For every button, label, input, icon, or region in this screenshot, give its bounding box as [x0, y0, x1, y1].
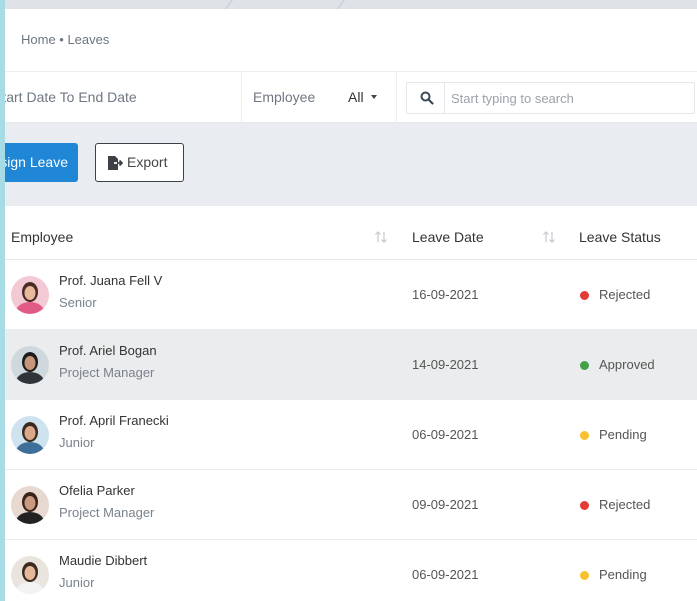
employee-filter-label: Employee — [253, 89, 316, 105]
table-row[interactable]: Ofelia Parker Project Manager 09-09-2021 Re… — [0, 470, 697, 540]
employee-name[interactable]: Ofelia Parker — [59, 483, 135, 498]
status-dot-icon — [580, 501, 589, 510]
column-header-leave-date[interactable]: Leave Date — [412, 214, 484, 260]
avatar-portrait — [11, 416, 49, 454]
assign-leave-label: Assign Leave — [0, 154, 68, 170]
avatar[interactable] — [11, 276, 49, 314]
employee-role: Junior — [59, 575, 95, 590]
column-header-employee[interactable]: Employee — [11, 214, 73, 260]
employee-name[interactable]: Maudie Dibbert — [59, 553, 147, 568]
leave-date: 09-09-2021 — [412, 497, 479, 512]
status-dot-icon — [580, 291, 589, 300]
avatar[interactable] — [11, 416, 49, 454]
date-range-text: Start Date To End Date — [0, 89, 137, 105]
search-input[interactable] — [451, 83, 691, 113]
table-row[interactable]: Prof. Juana Fell V Senior 16-09-2021 Reject… — [0, 260, 697, 330]
assign-leave-button[interactable]: Assign Leave — [0, 143, 78, 182]
leave-status: Pending — [599, 427, 647, 442]
employee-filter[interactable]: Employee All — [242, 72, 397, 123]
tab-divider — [224, 0, 234, 9]
leave-date: 16-09-2021 — [412, 287, 479, 302]
sort-icon[interactable] — [374, 230, 388, 244]
export-icon — [108, 156, 123, 170]
caret-down-icon[interactable] — [371, 95, 377, 99]
avatar-portrait — [11, 276, 49, 314]
table-row[interactable]: Prof. April Franecki Junior 06-09-2021 Pend… — [0, 400, 697, 470]
avatar[interactable] — [11, 486, 49, 524]
search-box — [406, 82, 695, 114]
employee-role: Project Manager — [59, 505, 155, 520]
table-header: Employee Leave Date Leave Status — [0, 214, 697, 260]
employee-name[interactable]: Prof. April Franecki — [59, 413, 169, 428]
tab-divider — [336, 0, 346, 9]
avatar[interactable] — [11, 346, 49, 384]
leave-status: Pending — [599, 567, 647, 582]
leave-date: 06-09-2021 — [412, 567, 479, 582]
filter-bar: Start Date To End Date Employee All — [0, 71, 697, 123]
export-button[interactable]: Export — [95, 143, 184, 182]
avatar-portrait — [11, 486, 49, 524]
employee-name[interactable]: Prof. Juana Fell V — [59, 273, 162, 288]
status-dot-icon — [580, 571, 589, 580]
employee-role: Senior — [59, 295, 97, 310]
sort-icon[interactable] — [542, 230, 556, 244]
employee-filter-value[interactable]: All — [348, 72, 364, 123]
column-header-leave-status[interactable]: Leave Status — [579, 214, 661, 260]
leave-date: 06-09-2021 — [412, 427, 479, 442]
search-icon — [420, 91, 434, 105]
status-dot-icon — [580, 361, 589, 370]
status-dot-icon — [580, 431, 589, 440]
search-icon-wrapper[interactable] — [407, 83, 445, 113]
export-label: Export — [127, 154, 168, 170]
avatar-portrait — [11, 346, 49, 384]
leave-status: Approved — [599, 357, 655, 372]
date-range-picker[interactable]: Start Date To End Date — [0, 72, 242, 123]
table-row[interactable]: Maudie Dibbert Junior 06-09-2021 Pending — [0, 540, 697, 601]
action-bar: Assign Leave Export — [0, 123, 697, 206]
breadcrumb[interactable]: Home • Leaves — [21, 32, 109, 47]
employee-role: Project Manager — [59, 365, 155, 380]
employee-name[interactable]: Prof. Ariel Bogan — [59, 343, 157, 358]
leave-date: 14-09-2021 — [412, 357, 479, 372]
leave-status: Rejected — [599, 497, 651, 512]
leave-status: Rejected — [599, 287, 651, 302]
avatar[interactable] — [11, 556, 49, 594]
top-tab-bar — [0, 0, 697, 9]
employee-role: Junior — [59, 435, 95, 450]
avatar-portrait — [11, 556, 49, 594]
table-row[interactable]: Prof. Ariel Bogan Project Manager 14-09-20… — [0, 330, 697, 400]
left-edge-strip — [0, 0, 5, 601]
